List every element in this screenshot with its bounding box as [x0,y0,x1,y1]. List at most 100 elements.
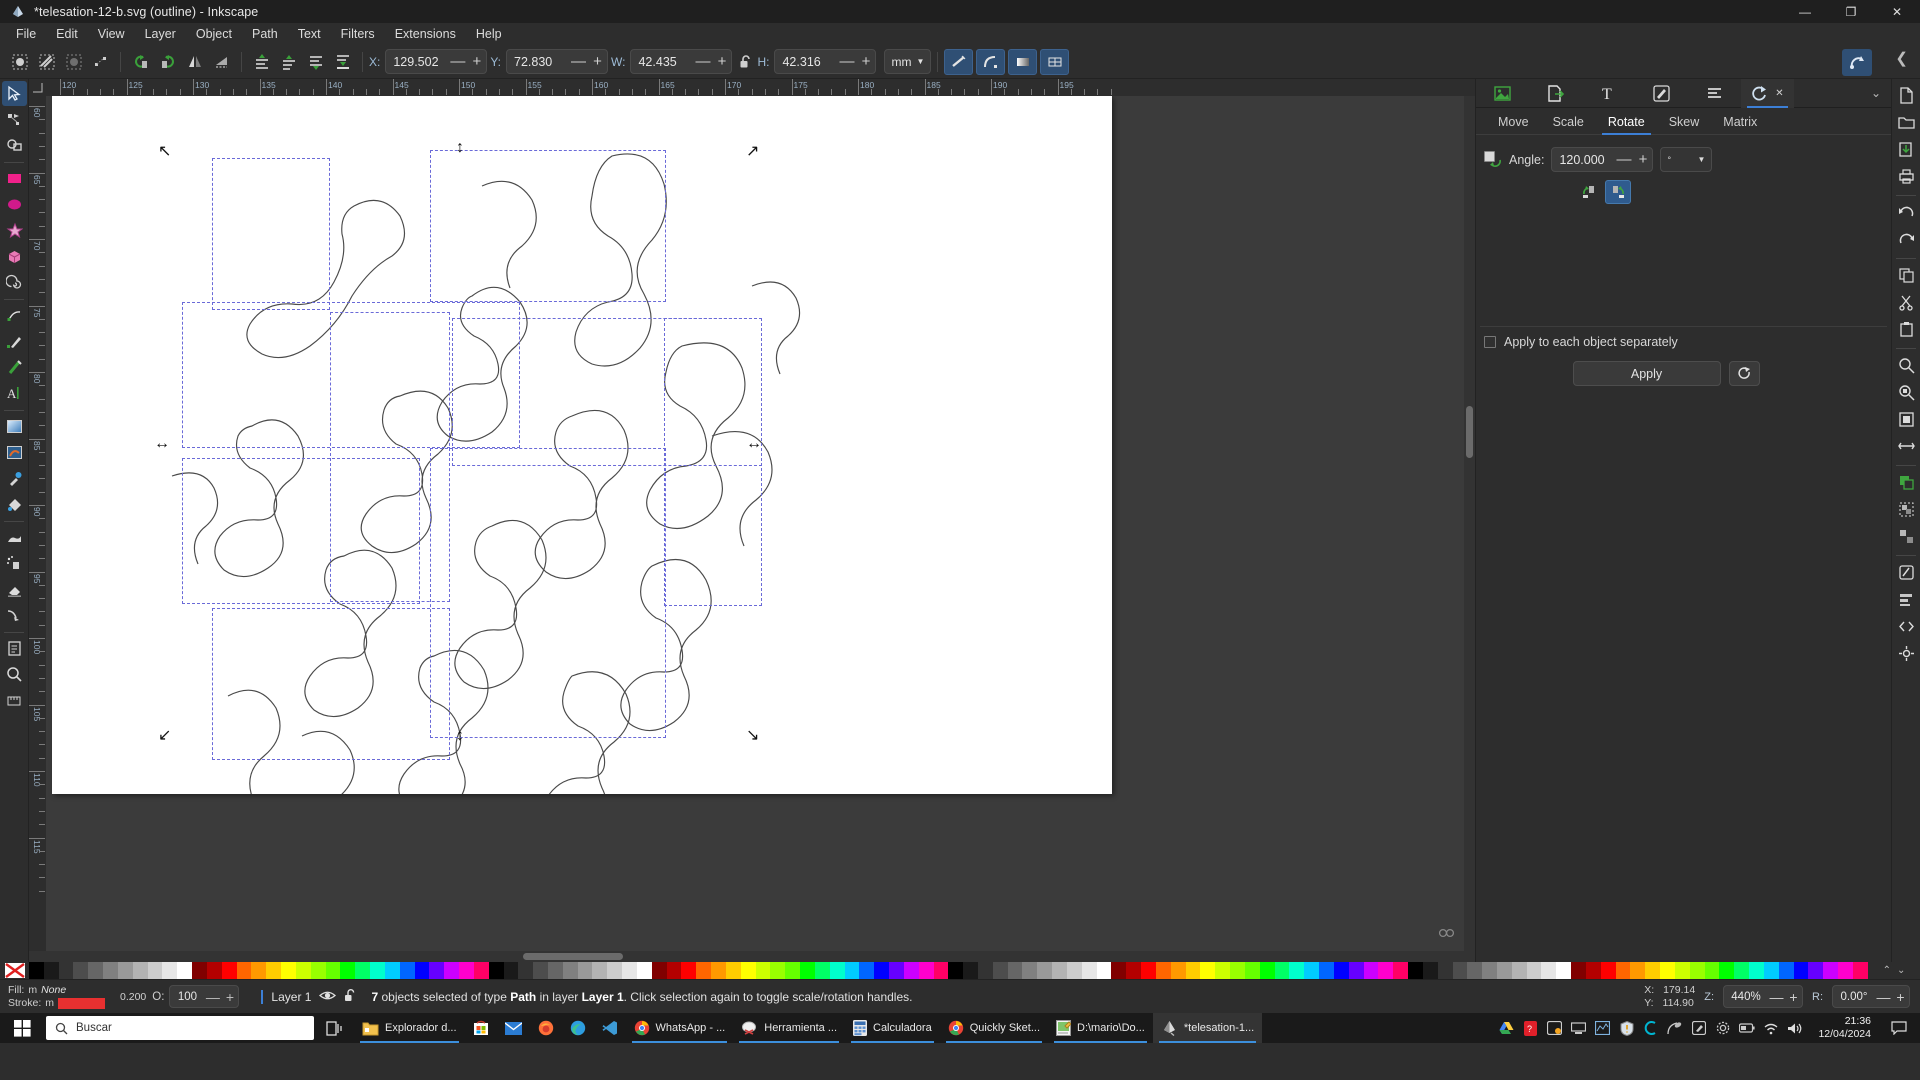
pencil-tool[interactable] [2,303,27,328]
rotate-handle-nw[interactable]: ↖ [158,144,171,160]
palette-swatch[interactable] [429,962,445,979]
taskbar-app-inkscape[interactable]: *telesation-1... [1152,1013,1263,1043]
selector-tool[interactable] [1,81,27,106]
palette-swatch[interactable] [192,962,207,979]
h-decrement[interactable]: — [837,51,856,73]
page-tool[interactable] [2,636,27,661]
paste-icon[interactable] [1894,317,1919,342]
warning-shield-icon[interactable] [1618,1020,1635,1037]
taskbar-app-edge[interactable] [562,1013,594,1043]
y-decrement[interactable]: — [569,51,588,73]
palette-swatch[interactable] [1823,962,1839,979]
scale-rounded-corners-button[interactable] [976,48,1006,75]
google-drive-icon[interactable] [1498,1020,1515,1037]
palette-swatch[interactable] [29,962,44,979]
palette-swatch[interactable] [88,962,104,979]
palette-swatch[interactable] [1155,962,1171,979]
transform-tab-move[interactable]: Move [1486,111,1541,134]
zoom-value[interactable]: 440% [1724,991,1768,1003]
save-document-icon[interactable] [1894,137,1919,162]
canvas-rotation-indicator[interactable] [1438,926,1456,945]
zoom-spinner[interactable]: 440% — + [1723,985,1803,1008]
fill-value[interactable]: None [41,984,66,997]
unlocked-padlock-icon[interactable] [344,988,357,1006]
dropper-tool[interactable] [2,466,27,491]
snap-expand-chevron-icon[interactable]: ❮ [1895,49,1908,67]
palette-swatch[interactable] [399,962,415,979]
palette-swatch[interactable] [1734,962,1750,979]
menu-extensions[interactable]: Extensions [385,24,466,44]
rotation-value[interactable]: 0.00° [1833,991,1875,1003]
palette-swatch[interactable] [117,962,133,979]
palette-swatch[interactable] [1749,962,1764,979]
palette-swatch[interactable] [948,962,964,979]
h-spinner[interactable]: 42.316 — + [774,49,877,74]
w-increment[interactable]: + [712,51,731,73]
unlocked-padlock-icon[interactable] [735,54,757,70]
opacity-value[interactable]: 100 [170,991,204,1003]
palette-swatch[interactable] [310,962,326,979]
palette-swatch[interactable] [829,962,845,979]
palette-swatch[interactable] [1348,962,1364,979]
palette-swatch[interactable] [73,962,89,979]
palette-swatch[interactable] [889,962,904,979]
maximize-button[interactable]: ❐ [1828,0,1874,23]
palette-swatch[interactable] [1600,962,1616,979]
palette-swatch[interactable] [1141,962,1156,979]
palette-swatch[interactable] [1838,962,1853,979]
skew-handle-e[interactable]: ↔ [746,436,762,452]
palette-swatch[interactable] [681,962,697,979]
palette-swatch[interactable] [1852,962,1868,979]
rotate-handle-ne[interactable]: ↗ [746,144,759,160]
horizontal-scrollbar-thumb[interactable] [523,953,623,960]
palette-swatch[interactable] [1496,962,1512,979]
close-button[interactable]: ✕ [1874,0,1920,23]
palette-swatch[interactable] [58,962,74,979]
palette-swatch[interactable] [1393,962,1409,979]
stroke-color-swatch[interactable] [58,997,106,1009]
palette-swatch[interactable] [592,962,608,979]
x-increment[interactable]: + [467,51,486,73]
y-increment[interactable]: + [588,51,607,73]
align-dialog-icon[interactable] [1894,587,1919,612]
palette-swatch[interactable] [740,962,756,979]
palette-swatch[interactable] [1808,962,1824,979]
transform-tab-rotate[interactable]: Rotate [1596,111,1657,135]
palette-swatch[interactable] [266,962,282,979]
menu-path[interactable]: Path [242,24,288,44]
snap-controls-button[interactable] [1842,49,1872,76]
palette-swatch[interactable] [770,962,786,979]
skew-handle-s[interactable]: ↕ [456,728,464,744]
taskbar-app-store[interactable] [465,1013,497,1043]
opacity-increment[interactable]: + [221,989,238,1005]
angle-spinner[interactable]: 120.000 — + [1551,147,1654,172]
palette-swatch[interactable] [1304,962,1320,979]
spray-tool[interactable] [2,551,27,576]
palette-swatch[interactable] [1645,962,1661,979]
transform-tab-matrix[interactable]: Matrix [1711,111,1769,134]
palette-swatch[interactable] [355,962,371,979]
palette-swatch[interactable] [103,962,118,979]
palette-swatch[interactable] [325,962,341,979]
copy-icon[interactable] [1894,263,1919,288]
zoom-page-icon[interactable] [1894,407,1919,432]
palette-swatch[interactable] [1630,962,1646,979]
palette-swatch[interactable] [1704,962,1720,979]
palette-swatch[interactable] [1022,962,1038,979]
transform-tab-scale[interactable]: Scale [1541,111,1596,134]
palette-swatch[interactable] [1333,962,1349,979]
menu-edit[interactable]: Edit [46,24,88,44]
ellipse-tool[interactable] [2,192,27,217]
palette-swatch[interactable] [177,962,193,979]
horizontal-ruler[interactable]: 120 125 130 135 140 145 150 155 160 165 170 175 180 1… [46,79,1475,96]
palette-swatch[interactable] [1126,962,1142,979]
preferences-icon[interactable] [1894,641,1919,666]
undo-icon[interactable] [1894,200,1919,225]
taskbar-app-mail[interactable] [497,1013,530,1043]
rotate-cw-90-icon[interactable] [154,49,181,75]
palette-swatch[interactable] [1170,962,1186,979]
palette-swatch[interactable] [1526,962,1542,979]
palette-swatch[interactable] [1541,962,1557,979]
network-monitor-icon[interactable] [1594,1020,1611,1037]
taskbar-app-quickly-sketch[interactable]: Quickly Sket... [940,1013,1048,1043]
